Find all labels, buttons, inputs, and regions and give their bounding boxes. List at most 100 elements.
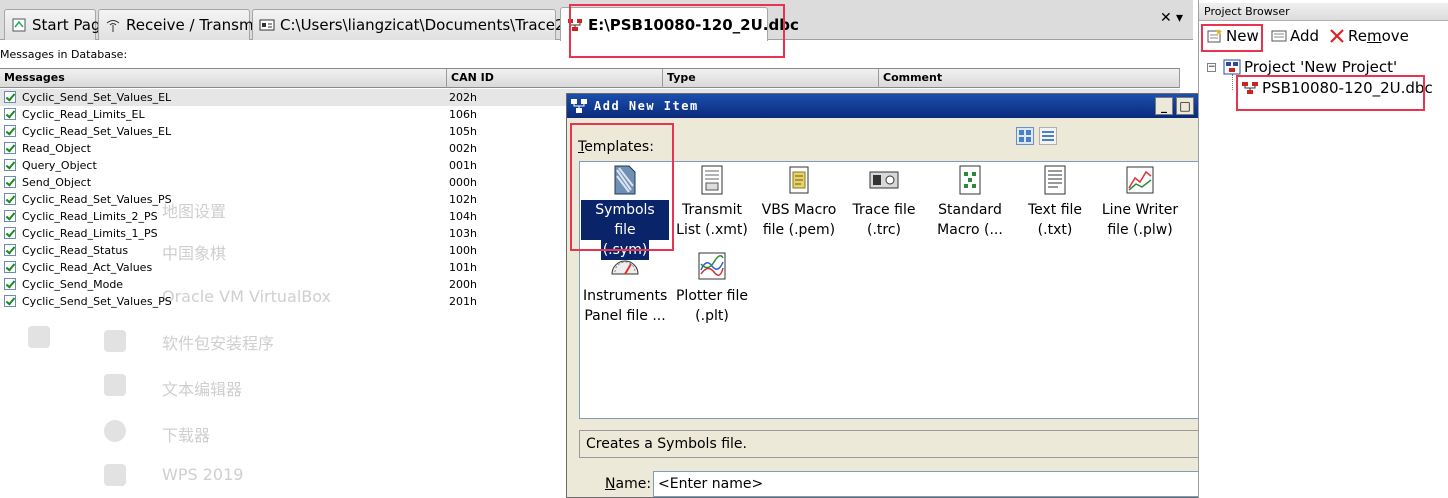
checkbox-checked-icon[interactable] xyxy=(4,176,16,188)
message-name: Query_Object xyxy=(22,159,97,172)
remove-button-label: Remove xyxy=(1348,27,1409,45)
template-plotter-file[interactable]: Plotter file (.plt) xyxy=(668,250,756,326)
highlight-box-tab xyxy=(569,4,785,58)
message-can-id: 104h xyxy=(449,210,477,223)
checkbox-checked-icon[interactable] xyxy=(4,193,16,205)
standard-macro-icon xyxy=(954,164,986,196)
message-can-id: 002h xyxy=(449,142,477,155)
checkbox-checked-icon[interactable] xyxy=(4,244,16,256)
ghost-text: 文本编辑器 xyxy=(162,380,243,399)
message-can-id: 100h xyxy=(449,244,477,257)
message-name: Cyclic_Read_Limits_EL xyxy=(22,108,145,121)
maximize-button[interactable]: □ xyxy=(1176,97,1194,115)
column-header-comment[interactable]: Comment xyxy=(879,69,1180,88)
tab-start-page[interactable]: Start Page xyxy=(4,9,110,40)
tree-item-label: Project 'New Project' xyxy=(1244,58,1398,76)
template-text-file[interactable]: Text file (.txt) xyxy=(1011,164,1099,240)
checkbox-checked-icon[interactable] xyxy=(4,108,16,120)
message-name: Cyclic_Read_Limits_2_PS xyxy=(22,210,158,223)
tab-label: Receive / Transmit xyxy=(126,16,264,34)
ghost-text: 软件包安装程序 xyxy=(162,334,275,353)
minimize-button[interactable]: _ xyxy=(1155,97,1173,115)
checkbox-checked-icon[interactable] xyxy=(4,295,16,307)
message-can-id: 000h xyxy=(449,176,477,189)
message-name: Cyclic_Read_Status xyxy=(22,244,129,257)
dialog-title: Add New Item xyxy=(594,99,699,113)
ghost-app-icon xyxy=(104,374,126,396)
checkbox-checked-icon[interactable] xyxy=(4,142,16,154)
template-standard-macro[interactable]: Standard Macro (... xyxy=(926,164,1014,240)
message-can-id: 106h xyxy=(449,108,477,121)
column-header-messages[interactable]: Messages xyxy=(0,69,447,88)
instruments-panel-icon xyxy=(609,250,641,282)
template-line-writer[interactable]: Line Writer file (.plw) xyxy=(1096,164,1184,240)
checkbox-checked-icon[interactable] xyxy=(4,210,16,222)
message-name: Cyclic_Read_Set_Values_PS xyxy=(22,193,172,206)
tree-connector xyxy=(1232,74,1233,90)
dbc-icon xyxy=(570,98,588,114)
checkbox-checked-icon[interactable] xyxy=(4,125,16,137)
template-vbs-macro[interactable]: VBS Macro file (.pem) xyxy=(755,164,843,240)
ghost-text: WPS 2019 xyxy=(162,465,244,484)
message-can-id: 105h xyxy=(449,125,477,138)
list-view-icon xyxy=(1042,131,1054,141)
start-page-icon xyxy=(11,17,27,33)
name-input[interactable] xyxy=(653,471,1210,497)
message-can-id: 101h xyxy=(449,261,477,274)
line-writer-icon xyxy=(1124,164,1156,196)
add-button-label: Add xyxy=(1290,27,1320,45)
checkbox-checked-icon[interactable] xyxy=(4,159,16,171)
ghost-text: 下载器 xyxy=(162,426,211,445)
column-header-can-id[interactable]: CAN ID xyxy=(447,69,663,88)
add-item-icon xyxy=(1271,29,1287,43)
antenna-icon xyxy=(105,17,121,33)
column-header-type[interactable]: Type xyxy=(663,69,879,88)
list-view-button[interactable] xyxy=(1039,127,1057,145)
ghost-app-icon xyxy=(104,420,126,442)
vbs-macro-icon xyxy=(783,164,815,196)
large-icons-icon xyxy=(1019,130,1031,142)
transmit-list-icon xyxy=(696,164,728,196)
template-instruments-panel[interactable]: Instruments Panel file ... xyxy=(581,250,669,326)
name-label: Name: xyxy=(605,476,652,492)
message-name: Cyclic_Send_Mode xyxy=(22,278,124,291)
tab-trace2-trc[interactable]: C:\Users\liangzicat\Documents\Trace2.trc xyxy=(252,9,589,40)
message-name: Cyclic_Read_Limits_1_PS xyxy=(22,227,158,240)
tab-receive-transmit[interactable]: Receive / Transmit xyxy=(98,9,264,40)
checkbox-checked-icon[interactable] xyxy=(4,91,16,103)
tab-list-dropdown[interactable]: ▾ xyxy=(1176,10,1183,26)
collapse-icon[interactable]: − xyxy=(1207,63,1216,72)
message-name: Cyclic_Read_Set_Values_EL xyxy=(22,125,172,138)
checkbox-checked-icon[interactable] xyxy=(4,227,16,239)
large-icons-view-button[interactable] xyxy=(1016,127,1034,145)
tree-item-project[interactable]: Project 'New Project' xyxy=(1223,58,1397,76)
highlight-box-new xyxy=(1201,24,1263,52)
message-can-id: 102h xyxy=(449,193,477,206)
remove-icon xyxy=(1329,29,1345,43)
project-browser-title: Project Browser xyxy=(1199,3,1448,21)
message-can-id: 103h xyxy=(449,227,477,240)
template-transmit-list[interactable]: Transmit List (.xmt) xyxy=(668,164,756,240)
text-file-icon xyxy=(1039,164,1071,196)
message-name: Send_Object xyxy=(22,176,92,189)
trace-file-icon xyxy=(868,164,900,196)
dialog-title-bar[interactable]: Add New Item _ □ ✕ xyxy=(567,94,1223,118)
ghost-app-icon xyxy=(104,330,126,352)
remove-button[interactable]: Remove xyxy=(1329,27,1409,45)
project-icon xyxy=(1223,59,1241,75)
template-description: Creates a Symbols file. xyxy=(579,430,1210,458)
template-trace-file[interactable]: Trace file (.trc) xyxy=(840,164,928,240)
highlight-box-dbc xyxy=(1236,75,1425,111)
message-name: Cyclic_Send_Set_Values_PS xyxy=(22,295,172,308)
highlight-box-templates xyxy=(570,123,674,251)
checkbox-checked-icon[interactable] xyxy=(4,261,16,273)
message-name: Read_Object xyxy=(22,142,91,155)
grid-header: Messages CAN ID Type Comment xyxy=(0,68,1180,88)
checkbox-checked-icon[interactable] xyxy=(4,278,16,290)
ghost-app-icon xyxy=(28,326,50,348)
message-can-id: 202h xyxy=(449,91,477,104)
add-button[interactable]: Add xyxy=(1271,27,1319,45)
close-tab-button[interactable]: ✕ xyxy=(1160,10,1172,26)
message-can-id: 200h xyxy=(449,278,477,291)
messages-caption: Messages in Database: xyxy=(0,48,128,61)
